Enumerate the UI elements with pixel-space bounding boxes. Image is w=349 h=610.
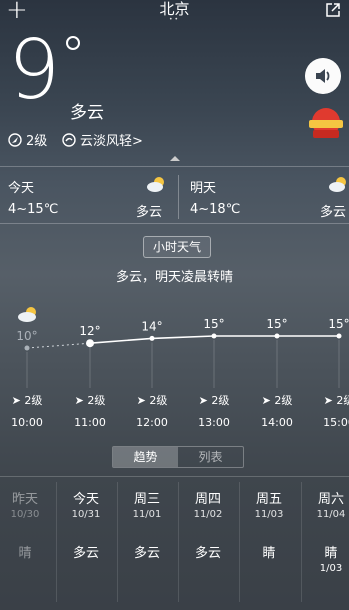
divider (239, 482, 240, 602)
tomorrow-condition: 多云 (320, 205, 347, 220)
forecast-day-name: 今天 (72, 492, 99, 507)
today-range: 4~15℃ (8, 202, 59, 217)
forecast-weather: 多云 (133, 546, 160, 561)
current-temperature: 9 (8, 23, 61, 118)
temperature-point (149, 335, 155, 341)
air-quality-link[interactable]: 云淡风轻> (62, 130, 143, 149)
forecast-weather: 晴 (18, 546, 32, 561)
divider (117, 482, 118, 602)
view-toggle: 趋势 列表 (112, 446, 244, 468)
temperature-label: 14° (141, 319, 162, 333)
temperature-point (274, 333, 280, 339)
temperature-label: 15° (328, 317, 349, 331)
temperature-label: 12° (79, 324, 100, 338)
time-label: 11:00 (74, 416, 106, 429)
forecast-date: 11/03 (254, 509, 284, 520)
temperature-label: 10° (16, 329, 37, 343)
temperature-point (24, 345, 30, 351)
forecast-day-name: 昨天 (11, 492, 38, 507)
forecast-day-name: 周六 (317, 492, 344, 507)
wind-direction-icon (8, 132, 22, 147)
temperature-point (86, 339, 94, 348)
forecast-day[interactable]: 周四 11/02 多云 (179, 478, 237, 561)
temperature-point (211, 333, 217, 339)
temperature-point (336, 333, 342, 339)
forecast-date: 10/31 (71, 509, 101, 520)
forecast-day[interactable]: 周六 11/04 睛 1/03 (302, 478, 349, 574)
forecast-weather: 多云 (72, 546, 99, 561)
hourly-temperature-chart[interactable]: 10° ➤ 2级 10:00 12° ➤ 2级 11:00 14° ➤ 2级 12:00 15° ➤… (0, 300, 349, 440)
forecast-date: 11/01 (132, 509, 162, 520)
cloud-icon (18, 312, 36, 322)
degree-icon (66, 36, 80, 50)
tomorrow-cell[interactable]: 明天 4~18℃ (190, 177, 240, 217)
air-label: 云淡风轻> (80, 134, 143, 149)
time-label: 10:00 (11, 416, 43, 429)
forecast-extra: 1/03 (319, 563, 343, 574)
time-label: 13:00 (198, 416, 230, 429)
forecast-day[interactable]: 今天 10/31 多云 (57, 478, 115, 561)
wind-label: ➤ 2级 (75, 394, 106, 407)
today-condition: 多云 (136, 205, 163, 220)
forecast-date: 11/04 (316, 509, 346, 520)
day-summary-bar: 今天 4~15℃ 多云 明天 4~18℃ 多云 (0, 166, 349, 224)
tomorrow-range: 4~18℃ (190, 202, 241, 217)
speaker-icon[interactable] (305, 58, 341, 94)
wind-label: ➤ 2级 (262, 394, 293, 407)
forecast-day[interactable]: 周五 11/03 睛 (240, 478, 298, 561)
forecast-day[interactable]: 昨天 10/30 晴 (0, 478, 54, 561)
today-cell[interactable]: 今天 4~15℃ (8, 177, 58, 217)
partly-cloudy-icon (147, 177, 164, 192)
promo-badge-icon[interactable] (305, 106, 347, 142)
forecast-weather: 多云 (194, 546, 221, 561)
today-label: 今天 (8, 181, 35, 196)
share-icon[interactable] (325, 2, 341, 18)
forecast-weather: 睛 (262, 546, 276, 561)
partly-cloudy-icon (329, 177, 346, 192)
wind-label: ➤ 2级 (199, 394, 230, 407)
wind-info: 2级 (8, 130, 47, 149)
collapse-arrow-icon[interactable] (170, 156, 180, 161)
forecast-day[interactable]: 周三 11/01 多云 (118, 478, 176, 561)
air-icon (62, 132, 76, 147)
hourly-summary: 多云，明天凌晨转晴 (115, 270, 233, 285)
wind-label: ➤ 2级 (324, 394, 349, 407)
divider (301, 482, 302, 602)
current-condition: 多云 (70, 103, 104, 123)
temperature-label: 15° (203, 317, 224, 331)
tab-list[interactable]: 列表 (178, 447, 243, 467)
temperature-past-line (26, 342, 91, 349)
hourly-weather-button[interactable]: 小时天气 (143, 236, 211, 258)
forecast-day-name: 周五 (255, 492, 282, 507)
forecast-day-name: 周三 (133, 492, 160, 507)
divider (56, 482, 57, 602)
tab-trend[interactable]: 趋势 (113, 447, 178, 467)
temperature-label: 15° (266, 317, 287, 331)
divider (178, 175, 179, 219)
wind-label: ➤ 2级 (12, 394, 43, 407)
forecast-date: 10/30 (10, 509, 40, 520)
tomorrow-label: 明天 (190, 181, 217, 196)
page-indicator: •• (168, 16, 181, 23)
forecast-date: 11/02 (193, 509, 223, 520)
wind-level: 2级 (26, 134, 48, 149)
daily-forecast: 昨天 10/30 晴 今天 10/31 多云 周三 11/01 多云 周四 11/02 多云 周五 11/… (0, 478, 349, 610)
time-label: 14:00 (261, 416, 293, 429)
wind-label: ➤ 2级 (137, 394, 168, 407)
divider (178, 482, 179, 602)
forecast-weather: 睛 (324, 546, 338, 561)
forecast-day-name: 周四 (194, 492, 221, 507)
divider (0, 476, 349, 477)
time-label: 15:00 (323, 416, 349, 429)
time-label: 12:00 (136, 416, 168, 429)
